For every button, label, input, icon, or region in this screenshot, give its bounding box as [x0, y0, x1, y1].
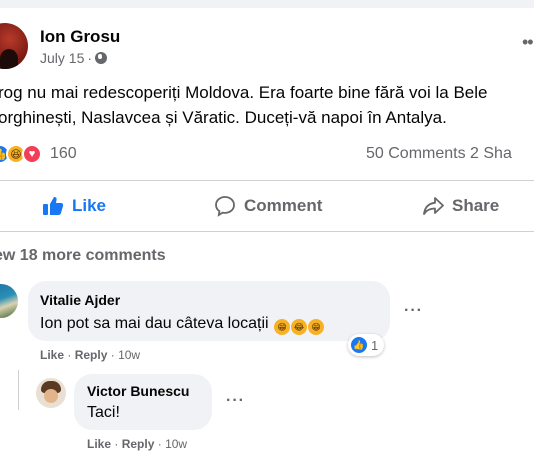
post-text: rog nu mai redescoperiți Moldova. Era fo…	[0, 80, 534, 130]
comment-reply-link[interactable]: Reply	[122, 437, 155, 451]
comment-text: Ion pot sa mai dau câteva locații 😁 😂 😁	[40, 315, 325, 335]
grinning-emoji-icon: 😁	[274, 319, 291, 335]
share-arrow-icon	[423, 197, 444, 215]
comment-more-options-button[interactable]: ···	[226, 392, 245, 410]
comment-text-content: Ion pot sa mai dau câteva locații	[40, 315, 269, 332]
meta-separator: ·	[87, 50, 93, 66]
comment-button[interactable]: Comment	[214, 193, 322, 219]
like-label: Like	[72, 196, 107, 215]
separator: ·	[110, 348, 115, 362]
share-label: Share	[452, 196, 500, 215]
comments-shares-count[interactable]: 50 Comments 2 Sha	[366, 145, 512, 163]
post-meta: July 15 ·	[40, 50, 108, 66]
reaction-count[interactable]: 160	[50, 145, 77, 163]
like-button[interactable]: Like	[42, 193, 106, 219]
commenter-avatar[interactable]	[0, 284, 18, 318]
post-author-avatar[interactable]	[0, 23, 28, 69]
love-reaction-icon: ♥	[22, 144, 42, 164]
comment-reaction-count: 1	[371, 337, 379, 353]
divider	[0, 231, 534, 232]
share-button[interactable]: Share	[422, 193, 499, 219]
commenter-avatar[interactable]	[36, 378, 66, 408]
like-reaction-icon: 👍	[351, 337, 367, 353]
comment-like-link[interactable]: Like	[40, 348, 64, 362]
divider	[0, 180, 534, 181]
post-text-line: rog nu mai redescoperiți Moldova. Era fo…	[0, 83, 488, 102]
comment-actions: Like · Reply · 10w	[87, 437, 187, 451]
comment-reply-link[interactable]: Reply	[75, 348, 108, 362]
comment-time[interactable]: 10w	[165, 437, 187, 451]
comment-reaction-badge[interactable]: 👍 1	[348, 334, 385, 356]
comment-more-options-button[interactable]: ···	[404, 302, 423, 320]
post-date[interactable]: July 15	[40, 50, 84, 66]
post-more-options-button[interactable]: ••	[522, 32, 534, 53]
separator: ·	[114, 437, 119, 451]
post-author-name[interactable]: Ion Grosu	[40, 27, 120, 47]
separator: ·	[157, 437, 162, 451]
globe-icon[interactable]	[95, 52, 108, 64]
comment-author-name[interactable]: Victor Bunescu	[87, 383, 189, 399]
comment-author-name[interactable]: Vitalie Ajder	[40, 292, 120, 308]
grinning-emoji-icon: 😁	[308, 319, 325, 335]
reactions-summary[interactable]: 👍 😆 ♥ 160	[0, 144, 77, 164]
comment-label: Comment	[244, 196, 323, 215]
comment-like-link[interactable]: Like	[87, 437, 111, 451]
thumbs-up-icon	[43, 197, 64, 215]
feed-background-strip	[0, 0, 534, 8]
separator: ·	[67, 348, 72, 362]
comment-actions: Like · Reply · 10w	[40, 348, 140, 362]
reply-thread-line	[18, 370, 19, 410]
comment-text: Taci!	[87, 404, 120, 421]
comment-icon	[215, 196, 235, 217]
view-more-comments-link[interactable]: ew 18 more comments	[0, 247, 166, 265]
post-text-line: orghinești, Naslavcea și Văratic. Duceți…	[0, 108, 447, 127]
comment-time[interactable]: 10w	[118, 348, 140, 362]
laughing-emoji-icon: 😂	[291, 319, 308, 335]
